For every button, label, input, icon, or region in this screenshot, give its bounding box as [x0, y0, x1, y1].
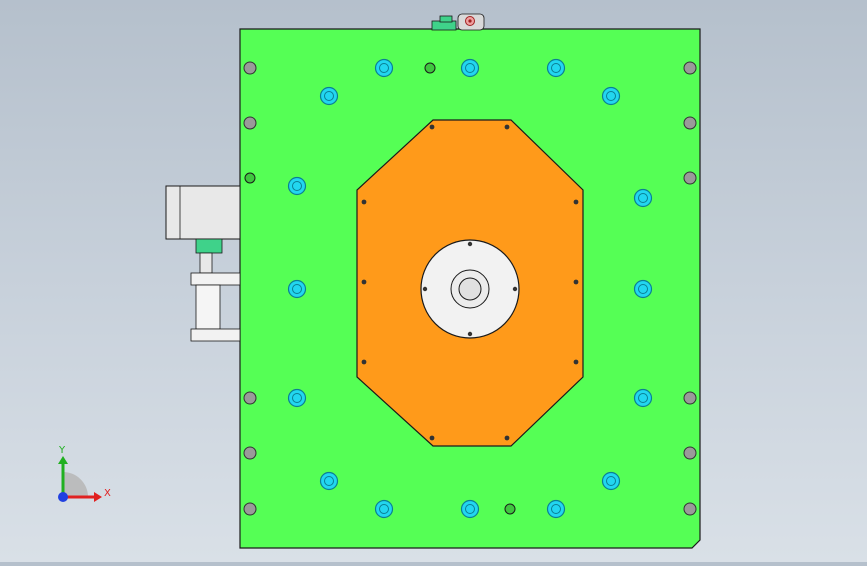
center-bearing-flange[interactable] — [420, 239, 520, 339]
plate-screw-icon — [429, 124, 435, 130]
open-hole-icon — [504, 503, 516, 515]
plate-screw-icon — [573, 199, 579, 205]
plate-screw-icon — [573, 359, 579, 365]
cad-viewport[interactable]: Y X — [0, 0, 867, 562]
cap-screw-icon[interactable] — [460, 499, 480, 519]
plate-screw-icon — [361, 199, 367, 205]
triad-x-label: X — [104, 488, 111, 499]
plate-screw-icon — [573, 279, 579, 285]
cap-screw-icon[interactable] — [287, 388, 307, 408]
plate-screw-icon — [361, 359, 367, 365]
cap-screw-icon[interactable] — [319, 471, 339, 491]
cap-screw-icon[interactable] — [546, 499, 566, 519]
plate-screw-icon — [504, 124, 510, 130]
through-hole-icon — [243, 502, 257, 516]
cap-screw-icon[interactable] — [460, 58, 480, 78]
plate-screw-icon — [361, 279, 367, 285]
cap-screw-icon[interactable] — [601, 471, 621, 491]
through-hole-icon — [683, 116, 697, 130]
side-motor-assembly[interactable] — [165, 185, 241, 342]
cap-screw-icon[interactable] — [287, 279, 307, 299]
coordinate-triad: Y X — [58, 445, 111, 502]
cap-screw-icon[interactable] — [319, 86, 339, 106]
cap-screw-icon[interactable] — [374, 58, 394, 78]
cap-screw-icon[interactable] — [287, 176, 307, 196]
plate-screw-icon — [504, 435, 510, 441]
triad-y-label: Y — [58, 445, 66, 456]
through-hole-icon — [243, 61, 257, 75]
cap-screw-icon[interactable] — [633, 279, 653, 299]
cap-screw-icon[interactable] — [633, 188, 653, 208]
cap-screw-icon[interactable] — [546, 58, 566, 78]
through-hole-icon — [683, 391, 697, 405]
through-hole-icon — [683, 446, 697, 460]
through-hole-icon — [683, 502, 697, 516]
through-hole-icon — [683, 171, 697, 185]
open-hole-icon — [244, 172, 256, 184]
through-hole-icon — [243, 116, 257, 130]
through-hole-icon — [243, 446, 257, 460]
cap-screw-icon[interactable] — [374, 499, 394, 519]
open-hole-icon — [424, 62, 436, 74]
through-hole-icon — [683, 61, 697, 75]
cap-screw-icon[interactable] — [601, 86, 621, 106]
through-hole-icon — [243, 391, 257, 405]
top-sensor-bracket[interactable] — [431, 13, 485, 31]
plate-screw-icon — [429, 435, 435, 441]
cap-screw-icon[interactable] — [633, 388, 653, 408]
